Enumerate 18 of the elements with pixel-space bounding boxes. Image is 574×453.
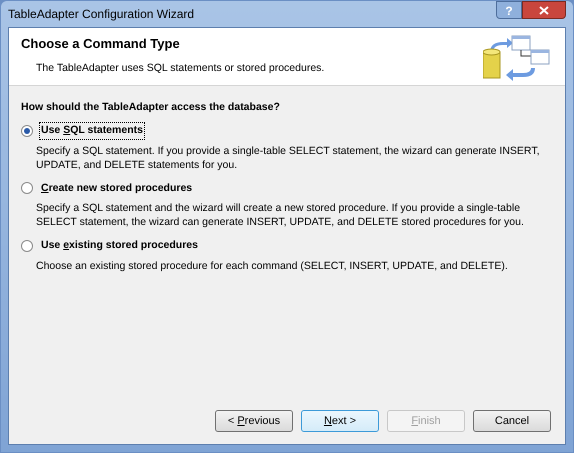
wizard-button[interactable]: Cancel xyxy=(473,410,551,432)
option-label[interactable]: Use existing stored procedures xyxy=(39,237,200,255)
option-label[interactable]: Create new stored procedures xyxy=(39,180,194,198)
page-subtitle: The TableAdapter uses SQL statements or stored procedures. xyxy=(36,60,324,76)
radio-button[interactable] xyxy=(21,124,33,137)
radio-button[interactable] xyxy=(21,240,33,252)
option-description: Choose an existing stored procedure for each command (SELECT, INSERT, UPDATE, and DELETE). xyxy=(36,259,509,273)
radio-button[interactable] xyxy=(21,182,33,194)
question-text: How should the TableAdapter access the database? xyxy=(21,100,281,115)
option-description: Specify a SQL statement and the wizard will create a new stored procedure. If you provide a single-table SELECT statement, the wizard can generate INSERT, UPDATE, and DELETE stored procedures for you. xyxy=(36,201,525,230)
wizard-button[interactable]: < Previous xyxy=(215,410,293,432)
option-description: Specify a SQL statement. If you provide a single-table SELECT statement, the wizard can generate INSERT, UPDATE, and DELETE statements for you. xyxy=(36,144,540,172)
close-icon xyxy=(539,6,549,14)
wizard-button[interactable]: Next > xyxy=(301,410,379,432)
page-title: Choose a Command Type xyxy=(21,35,181,53)
option-label[interactable]: Use SQL statements xyxy=(39,122,145,140)
window-title: TableAdapter Configuration Wizard xyxy=(8,6,194,23)
close-button[interactable] xyxy=(522,1,566,19)
